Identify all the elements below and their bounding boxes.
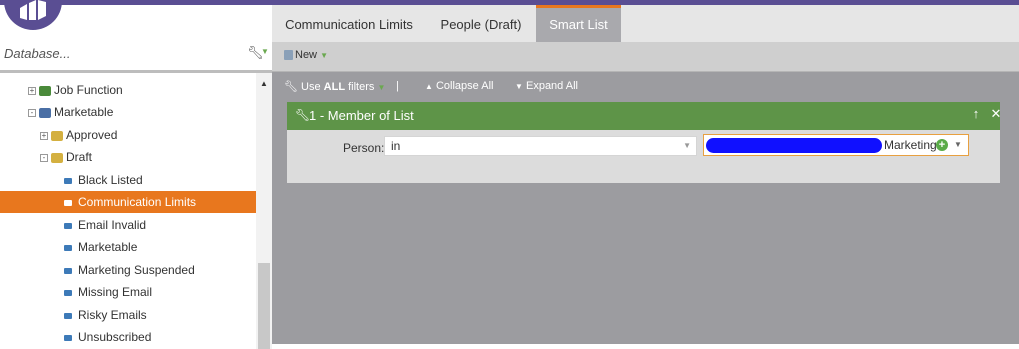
tree-item-job-function[interactable]: + Job Function: [28, 79, 123, 101]
tree-item-draft[interactable]: - Draft: [40, 146, 92, 168]
search-bar: 🔧︎ ▼: [0, 33, 272, 73]
chevron-down-icon: ▼: [320, 51, 328, 60]
toolbar-separator: |: [396, 80, 399, 92]
use-filters-suffix: filters: [345, 81, 375, 93]
folder-icon: [39, 85, 51, 96]
tree-item-label: Black Listed: [78, 173, 143, 187]
tree-item-label: Risky Emails: [78, 308, 147, 322]
smart-list-icon: [64, 334, 72, 341]
expand-all-label: Expand All: [525, 80, 578, 92]
list-value-text: Marketing: [884, 138, 937, 152]
tree-item-label: Unsubscribed: [78, 330, 152, 344]
tree-item-label: Approved: [66, 128, 118, 142]
wrench-icon: 🔧︎: [295, 108, 311, 122]
operator-value: in: [391, 139, 401, 153]
collapse-icon: ▲: [425, 82, 433, 91]
tree-item-label: Email Invalid: [78, 218, 147, 232]
tree-item-label: Communication Limits: [78, 195, 197, 209]
tab-people-draft[interactable]: People (Draft): [426, 5, 536, 42]
top-toolbar: New ▼: [272, 42, 1019, 72]
filter-toolbar: 🔧︎ Use ALL filters ▼ | ▲ Collapse All ▼ …: [272, 72, 1019, 100]
list-value-select[interactable]: Marketing + ▼: [703, 134, 969, 156]
chevron-down-icon[interactable]: ▼: [954, 135, 962, 155]
scroll-up-icon[interactable]: ▲: [260, 79, 268, 88]
smart-list-icon: [64, 222, 72, 229]
expand-icon: ▼: [515, 82, 523, 91]
chevron-down-icon[interactable]: ▼: [261, 47, 269, 56]
main-content-panel: Communication Limits People (Draft) Smar…: [272, 5, 1019, 344]
expand-all-button[interactable]: ▼ Expand All: [515, 80, 578, 92]
expand-icon[interactable]: +: [28, 86, 36, 95]
collapse-all-label: Collapse All: [435, 80, 494, 92]
tree-item-marketable[interactable]: Marketable: [64, 236, 137, 258]
folder-icon: [51, 152, 63, 163]
chevron-down-icon[interactable]: ▼: [683, 137, 691, 155]
scrollbar-thumb[interactable]: [258, 263, 270, 349]
smart-list-icon: [64, 177, 72, 184]
tab-smart-list[interactable]: Smart List: [536, 5, 621, 42]
tree-item-label: Marketable: [78, 240, 138, 254]
tree-scrollbar[interactable]: ▲: [256, 73, 272, 349]
tree-item-label: Marketable: [54, 105, 114, 119]
filter-header[interactable]: 🔧︎ 1 - Member of List ↑ ✕: [287, 102, 1003, 130]
smart-list-icon: [64, 244, 72, 251]
collapse-icon[interactable]: -: [28, 108, 36, 117]
logo-icon: [20, 0, 46, 20]
use-filters-bold: ALL: [323, 81, 346, 93]
filter-title: 1 - Member of List: [309, 108, 414, 123]
wrench-icon: 🔧︎: [284, 81, 298, 93]
new-button-label: New: [295, 49, 318, 61]
tree-view: + Job Function - Marketable + Approved - Dra…: [0, 73, 256, 344]
tree-item-label: Marketing Suspended: [78, 263, 195, 277]
move-up-icon[interactable]: ↑: [969, 107, 983, 121]
filter-card: 🔧︎ 1 - Member of List ↑ ✕ Person: in ▼ M…: [287, 102, 1003, 183]
tree-item-label: Job Function: [54, 83, 123, 97]
new-document-icon: [284, 50, 293, 61]
collapse-icon[interactable]: -: [40, 153, 48, 162]
tree-item-approved[interactable]: + Approved: [40, 124, 117, 146]
tree-item-communication-limits[interactable]: Communication Limits: [0, 191, 256, 213]
tree-item-missing-email[interactable]: Missing Email: [64, 281, 152, 303]
smart-list-icon: [64, 199, 72, 206]
chevron-down-icon: ▼: [377, 83, 386, 92]
tree-item-unsubscribed[interactable]: Unsubscribed: [64, 326, 151, 344]
left-navigation-panel: 🔧︎ ▼ + Job Function - Marketable + Approved…: [0, 5, 272, 349]
tree-item-marketing-suspended[interactable]: Marketing Suspended: [64, 259, 195, 281]
close-icon[interactable]: ✕: [989, 107, 1003, 121]
operator-select[interactable]: in ▼: [384, 136, 697, 156]
database-search-input[interactable]: [4, 43, 234, 63]
collapse-all-button[interactable]: ▲ Collapse All: [425, 80, 493, 92]
smart-list-icon: [64, 289, 72, 296]
tree-item-black-listed[interactable]: Black Listed: [64, 169, 143, 191]
tree-item-email-invalid[interactable]: Email Invalid: [64, 214, 146, 236]
smart-list-icon: [64, 312, 72, 319]
expand-icon[interactable]: +: [40, 131, 48, 140]
folder-icon: [39, 107, 51, 118]
tree-item-label: Missing Email: [78, 285, 153, 299]
person-field-label: Person:: [343, 141, 385, 155]
tree-item-marketable-folder[interactable]: - Marketable: [28, 101, 113, 123]
tab-communication-limits[interactable]: Communication Limits: [272, 5, 426, 42]
tree-item-label: Draft: [66, 150, 93, 164]
smart-list-icon: [64, 267, 72, 274]
tab-bar: Communication Limits People (Draft) Smar…: [272, 5, 1019, 42]
use-all-filters-button[interactable]: 🔧︎ Use ALL filters ▼: [284, 80, 385, 93]
add-icon[interactable]: +: [936, 139, 948, 151]
folder-icon: [51, 130, 63, 141]
use-filters-prefix: Use: [301, 81, 324, 93]
tree-item-risky-emails[interactable]: Risky Emails: [64, 304, 147, 326]
redaction-mark: [706, 138, 882, 153]
new-button[interactable]: New ▼: [284, 49, 328, 61]
